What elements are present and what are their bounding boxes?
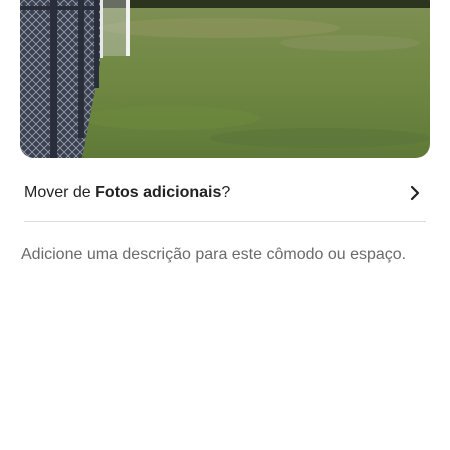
move-prefix: Mover de	[24, 184, 96, 201]
description-prompt[interactable]: Adicione uma descrição para este cômodo …	[21, 242, 421, 267]
move-album-text: Mover de Fotos adicionais?	[24, 183, 230, 203]
album-name: Fotos adicionais	[95, 184, 222, 201]
room-photo[interactable]	[20, 0, 430, 158]
move-suffix: ?	[221, 184, 231, 201]
chevron-right-icon[interactable]	[408, 185, 422, 201]
move-album-row[interactable]: Mover de Fotos adicionais?	[24, 176, 426, 210]
divider	[24, 221, 426, 222]
photo-detail-screen: Mover de Fotos adicionais? Adicione uma …	[0, 0, 450, 450]
